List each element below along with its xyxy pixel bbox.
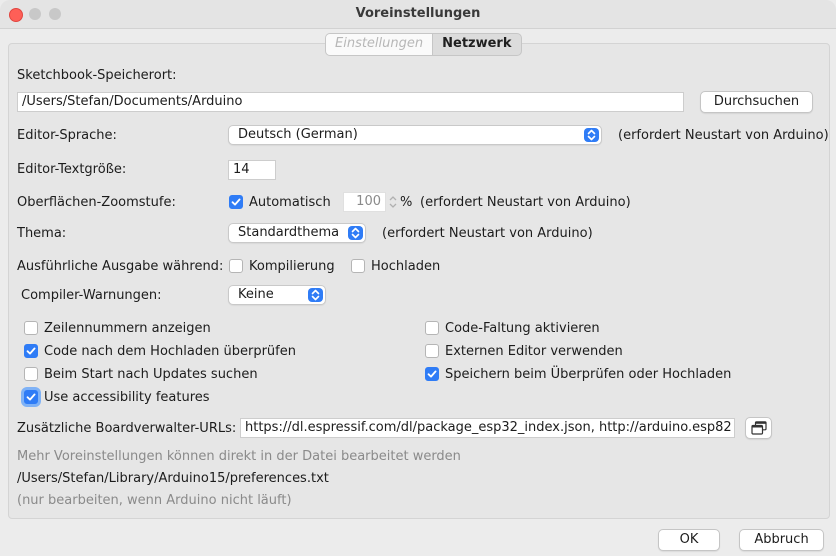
more-prefs-text: Mehr Voreinstellungen können direkt in d… [17,449,461,464]
settings-panel [8,43,830,519]
verify-after-upload-label: Code nach dem Hochladen überprüfen [44,344,296,359]
verbose-upload-checkbox[interactable] [351,259,365,273]
code-folding-label: Code-Faltung aktivieren [445,321,600,336]
theme-select[interactable]: Standardthema [228,223,366,243]
ok-button[interactable]: OK [658,529,720,551]
check-updates-label: Beim Start nach Updates suchen [44,367,258,382]
checkmark-icon [427,370,437,378]
sketchbook-path-input[interactable]: /Users/Stefan/Documents/Arduino [17,92,684,112]
title-bar: Voreinstellungen [0,0,836,29]
accessibility-label: Use accessibility features [44,390,210,405]
editor-language-select[interactable]: Deutsch (German) [228,125,602,145]
zoom-auto-checkbox[interactable] [229,195,243,209]
theme-value: Standardthema [238,225,340,240]
verify-after-upload-checkbox[interactable] [24,344,38,358]
tab-netzwerk[interactable]: Netzwerk [433,34,520,55]
check-updates-checkbox[interactable] [24,367,38,381]
stepper-icon[interactable] [388,192,398,212]
editor-font-size-input[interactable]: 14 [228,160,276,180]
tab-einstellungen[interactable]: Einstellungen [326,34,434,55]
external-editor-label: Externen Editor verwenden [445,344,623,359]
select-arrows-icon [308,288,323,302]
edit-note: (nur bearbeiten, wenn Arduino nicht läuf… [17,493,292,508]
zoom-value-input[interactable]: 100 [343,192,386,212]
editor-language-value: Deutsch (German) [238,127,358,142]
theme-label: Thema: [17,226,67,241]
preferences-window: Voreinstellungen Einstellungen Netzwerk … [0,0,836,556]
tab-bar: Einstellungen Netzwerk [325,33,522,56]
verbose-compile-checkbox[interactable] [229,259,243,273]
line-numbers-checkbox[interactable] [24,321,38,335]
edit-urls-button[interactable] [745,417,772,439]
prefs-file-path: /Users/Stefan/Library/Arduino15/preferen… [17,471,329,486]
cancel-button[interactable]: Abbruch [739,529,824,551]
editor-font-size-label: Editor-Textgröße: [17,162,127,177]
code-folding-checkbox[interactable] [425,321,439,335]
checkmark-icon [231,198,241,206]
line-numbers-label: Zeilennummern anzeigen [44,321,211,336]
compiler-warnings-label: Compiler-Warnungen: [21,288,162,303]
compiler-warnings-value: Keine [238,287,274,302]
compiler-warnings-select[interactable]: Keine [228,285,326,305]
zoom-label: Oberflächen-Zoomstufe: [17,195,176,210]
checkmark-icon [26,393,36,401]
checkmark-icon [26,347,36,355]
browse-button[interactable]: Durchsuchen [700,91,813,113]
board-urls-input[interactable]: https://dl.espressif.com/dl/package_esp3… [240,418,735,438]
zoom-restart-note: (erfordert Neustart von Arduino) [420,195,631,210]
accessibility-checkbox[interactable] [24,390,38,404]
zoom-auto-label: Automatisch [249,195,331,210]
sketchbook-label: Sketchbook-Speicherort: [17,68,177,83]
board-urls-label: Zusätzliche Boardverwalter-URLs: [17,421,237,436]
editor-language-restart-note: (erfordert Neustart von Arduino) [618,128,829,143]
window-copy-icon [750,421,767,435]
external-editor-checkbox[interactable] [425,344,439,358]
save-on-verify-checkbox[interactable] [425,367,439,381]
save-on-verify-label: Speichern beim Überprüfen oder Hochladen [445,367,732,382]
verbose-upload-label: Hochladen [371,259,441,274]
select-arrows-icon [348,226,363,240]
editor-language-label: Editor-Sprache: [17,128,117,143]
zoom-unit: % [400,195,413,210]
theme-restart-note: (erfordert Neustart von Arduino) [382,226,593,241]
select-arrows-icon [584,128,599,142]
verbose-compile-label: Kompilierung [249,259,335,274]
window-title: Voreinstellungen [355,6,481,21]
verbose-label: Ausführliche Ausgabe während: [17,259,224,274]
